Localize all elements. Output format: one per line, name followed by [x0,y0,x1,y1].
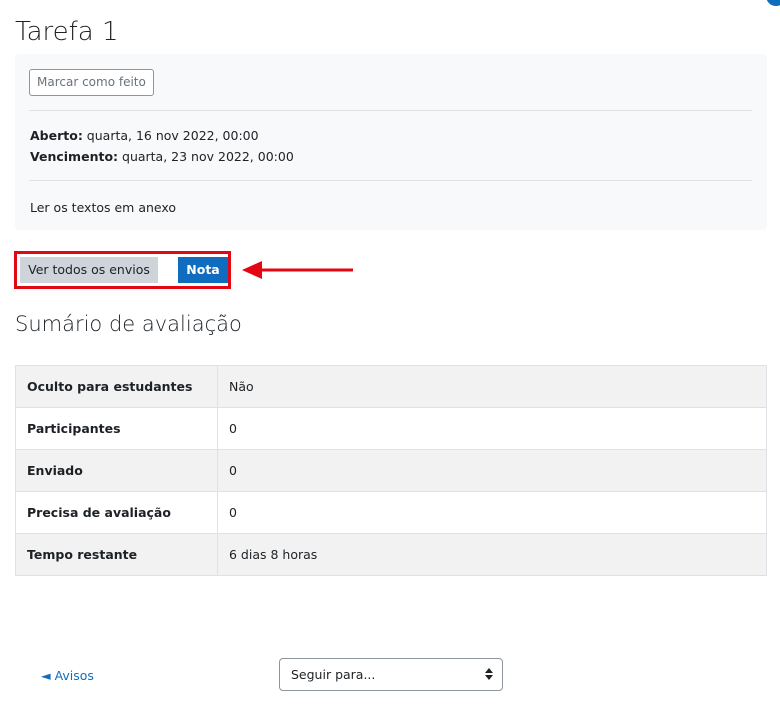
jump-to-select[interactable]: Seguir para... [279,658,503,691]
row-value: Não [217,365,767,408]
mark-as-done-button[interactable]: Marcar como feito [29,69,154,96]
assignment-description: Ler os textos em anexo [30,200,177,215]
page-title: Tarefa 1 [15,17,119,47]
row-label: Tempo restante [15,533,218,576]
due-label: Vencimento: [30,149,119,164]
grade-button[interactable]: Nota [178,257,228,283]
activity-information: Marcar como feito Aberto: quarta, 16 nov… [15,54,767,230]
pointer-arrow-icon [242,261,353,279]
previous-activity-link[interactable]: ◄ Avisos [41,667,94,685]
row-value: 0 [217,449,767,492]
corner-avatar-fragment[interactable] [766,0,780,6]
table-row: Enviado 0 [15,449,767,492]
divider [29,110,752,111]
grading-summary-title: Sumário de avaliação [15,312,242,336]
jump-to-value: Seguir para... [291,667,376,682]
row-label: Precisa de avaliação [15,491,218,534]
view-all-submissions-button[interactable]: Ver todos os envios [20,257,158,283]
due-value: quarta, 23 nov 2022, 00:00 [118,149,294,164]
table-row: Participantes 0 [15,407,767,450]
due-date: Vencimento: quarta, 23 nov 2022, 00:00 [30,148,294,166]
row-value: 6 dias 8 horas [217,533,767,576]
row-label: Enviado [15,449,218,492]
row-value: 0 [217,407,767,450]
table-row: Tempo restante 6 dias 8 horas [15,533,767,576]
table-row: Precisa de avaliação 0 [15,491,767,534]
row-label: Participantes [15,407,218,450]
row-value: 0 [217,491,767,534]
table-row: Oculto para estudantes Não [15,365,767,408]
divider [29,180,752,181]
opened-label: Aberto: [30,128,83,143]
opened-value: quarta, 16 nov 2022, 00:00 [82,128,259,143]
highlight-frame: Ver todos os envios Nota [14,251,231,289]
opened-date: Aberto: quarta, 16 nov 2022, 00:00 [30,127,259,145]
row-label: Oculto para estudantes [15,365,218,408]
select-caret-icon [485,659,493,690]
grading-summary-table: Oculto para estudantes Não Participantes… [15,365,767,576]
